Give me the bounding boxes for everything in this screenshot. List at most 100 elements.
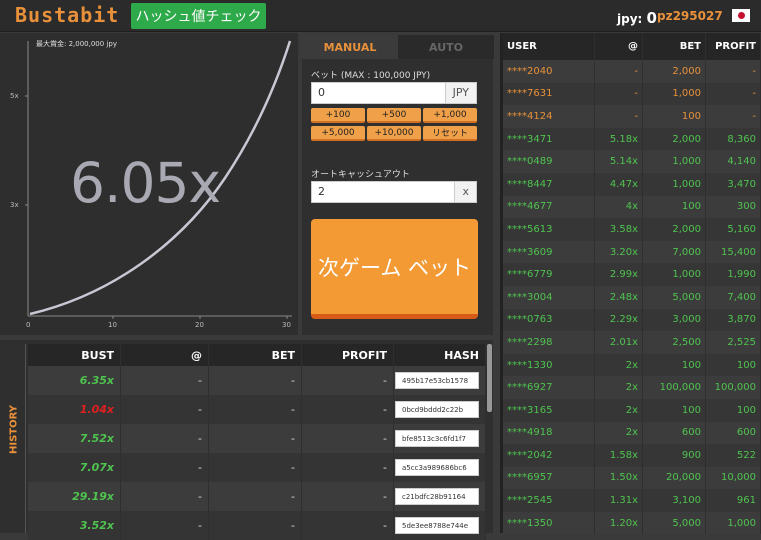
player-at: -	[595, 105, 643, 128]
player-row: ****2298 2.01x 2,500 2,525	[503, 331, 761, 354]
players-panel: USER @ BET PROFIT ****2040-2,000- ****763…	[500, 33, 761, 535]
history-label: HISTORY	[8, 405, 20, 455]
player-bet: 2,000	[643, 218, 706, 241]
hash-cell: 0bcd9bddd2c22b	[394, 395, 486, 424]
player-user[interactable]: ****6957	[503, 466, 595, 490]
player-user[interactable]: ****3609	[503, 240, 595, 264]
add-10000-button[interactable]: +10,000	[367, 126, 421, 141]
hash-field[interactable]: bfe8513c3c6fd1f7	[395, 430, 479, 447]
bust-value: 6.35x	[28, 366, 121, 395]
history-row[interactable]: 1.04x - - -0bcd9bddd2c22b	[28, 395, 486, 424]
player-user[interactable]: ****3004	[503, 285, 595, 309]
player-profit: 2,525	[706, 331, 761, 354]
player-user[interactable]: ****6779	[503, 263, 595, 286]
player-user[interactable]: ****2545	[503, 489, 595, 512]
logo[interactable]: Bustabit	[15, 3, 119, 27]
history-row[interactable]: 7.07x - - - a5cc3a989686bc6	[28, 453, 486, 482]
player-user[interactable]: ****6927	[503, 376, 595, 399]
profit-value: -	[302, 424, 394, 453]
x-tick-label: 10	[108, 321, 117, 329]
player-profit: -	[706, 82, 761, 106]
player-user[interactable]: ****3471	[503, 127, 595, 151]
hash-cell: 495b17e53cb1578	[394, 366, 486, 395]
username-link[interactable]: pz295027	[657, 9, 723, 23]
history-row[interactable]: 29.19x - - - c21bdfc28b91164	[28, 482, 486, 511]
player-profit: 600	[706, 421, 761, 445]
bet-amount-label: ベット (MAX : 100,000 JPY)	[311, 71, 431, 81]
player-row: ****8447 4.47x 1,000 3,470	[503, 172, 761, 196]
history-tab[interactable]: HISTORY	[4, 344, 26, 533]
player-user[interactable]: ****0489	[503, 150, 595, 173]
bust-value: 3.52x	[28, 511, 121, 540]
profit-value: -	[302, 511, 394, 540]
player-at: 4.47x	[595, 172, 643, 196]
balance-value: 0	[646, 9, 657, 27]
player-bet: 2,000	[643, 127, 706, 151]
player-row: ****6779 2.99x 1,000 1,990	[503, 263, 761, 286]
player-user[interactable]: ****1350	[503, 511, 595, 535]
player-user[interactable]: ****4124	[503, 105, 595, 128]
player-profit: 961	[706, 489, 761, 512]
player-at: 2.29x	[595, 308, 643, 332]
hash-cell: 5de3ee8788e744e	[394, 511, 486, 540]
player-bet: 2,500	[643, 331, 706, 354]
player-user[interactable]: ****4677	[503, 195, 595, 219]
player-user[interactable]: ****7631	[503, 82, 595, 106]
reset-button[interactable]: リセット	[423, 126, 477, 141]
player-bet: 600	[643, 421, 706, 445]
history-row[interactable]: 7.52x - - - bfe8513c3c6fd1f7	[28, 424, 486, 453]
player-profit: 1,000	[706, 511, 761, 535]
hash-field[interactable]: c21bdfc28b91164	[395, 488, 479, 505]
add-1000-button[interactable]: +1,000	[423, 108, 477, 123]
player-bet: 1,000	[643, 263, 706, 286]
player-row: ****6957 1.50x 20,000 10,000	[503, 466, 761, 490]
history-scrollbar[interactable]	[487, 344, 492, 412]
bet-amount-field[interactable]: 0 JPY	[311, 82, 477, 104]
history-body: 6.35x - - -495b17e53cb1578 1.04x - - -0bcd9bddd…	[28, 366, 486, 540]
player-bet: 2,000	[643, 60, 706, 83]
hash-check-button[interactable]: ハッシュ値チェック	[131, 3, 266, 29]
bust-value: 7.52x	[28, 424, 121, 453]
player-user[interactable]: ****3165	[503, 398, 595, 422]
player-bet: 100	[643, 353, 706, 377]
japan-flag-icon[interactable]	[732, 9, 750, 22]
bet-amount-value[interactable]: 0	[312, 83, 445, 103]
tab-auto[interactable]: AUTO	[398, 35, 494, 59]
player-user[interactable]: ****8447	[503, 172, 595, 196]
tab-manual[interactable]: MANUAL	[302, 35, 398, 59]
bet-value: -	[209, 453, 302, 482]
auto-cashout-value[interactable]: 2	[312, 182, 454, 202]
add-5000-button[interactable]: +5,000	[311, 126, 365, 141]
hash-field[interactable]: 0bcd9bddd2c22b	[395, 401, 479, 418]
player-user[interactable]: ****5613	[503, 218, 595, 241]
hash-field[interactable]: 495b17e53cb1578	[395, 372, 479, 389]
profit-value: -	[302, 453, 394, 482]
at-value: -	[121, 366, 209, 395]
player-user[interactable]: ****0763	[503, 308, 595, 332]
history-row[interactable]: 6.35x - - -495b17e53cb1578	[28, 366, 486, 395]
history-row[interactable]: 3.52x - - -5de3ee8788e744e	[28, 511, 486, 540]
bet-value: -	[209, 511, 302, 540]
player-user[interactable]: ****2042	[503, 444, 595, 467]
player-user[interactable]: ****2040	[503, 60, 595, 83]
add-100-button[interactable]: +100	[311, 108, 365, 123]
player-at: 1.58x	[595, 444, 643, 467]
player-at: 2x	[595, 421, 643, 445]
profit-value: -	[302, 366, 394, 395]
player-user[interactable]: ****1330	[503, 353, 595, 377]
player-user[interactable]: ****2298	[503, 331, 595, 354]
player-bet: 100	[643, 105, 706, 128]
player-row: ****1330 2x 100 100	[503, 353, 761, 377]
player-at: -	[595, 82, 643, 106]
player-user[interactable]: ****4918	[503, 421, 595, 445]
hash-field[interactable]: 5de3ee8788e744e	[395, 517, 479, 534]
player-profit: 8,360	[706, 127, 761, 151]
player-at: 2x	[595, 376, 643, 399]
hash-cell: a5cc3a989686bc6	[394, 453, 486, 482]
auto-cashout-field[interactable]: 2 x	[311, 181, 477, 203]
player-at: 2x	[595, 353, 643, 377]
place-bet-button[interactable]: 次ゲーム ベット	[311, 219, 478, 319]
hash-field[interactable]: a5cc3a989686bc6	[395, 459, 479, 476]
add-500-button[interactable]: +500	[367, 108, 421, 123]
profit-value: -	[302, 395, 394, 424]
